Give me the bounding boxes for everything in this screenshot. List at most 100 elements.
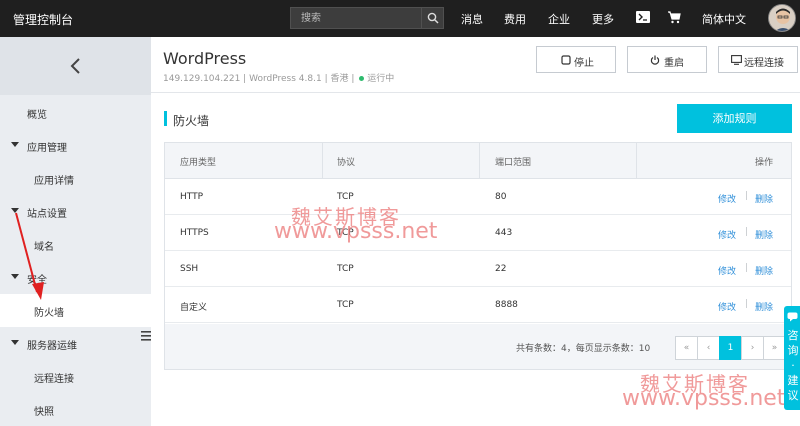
stop-icon [561,55,571,65]
column-header: 协议 [337,158,356,168]
watermark-url: www.vpsss.net [274,219,438,244]
top-navbar: 管理控制台 消息 费用 企业 更多 简体中文 [0,0,800,37]
delete-link[interactable]: 删除 [755,264,773,277]
sidebar-item-snapshots[interactable]: 快照 [0,393,151,426]
sidebar-item-overview[interactable]: 概览 [0,96,151,129]
stop-button[interactable]: 停止 [536,46,616,73]
nav-enterprise[interactable]: 企业 [548,11,570,27]
instance-region: 香港 [330,74,349,84]
page-prev-button[interactable]: ‹ [697,336,720,360]
edit-link[interactable]: 修改 [718,228,736,241]
edit-link[interactable]: 修改 [718,192,736,205]
sidebar-item-label: 应用详情 [34,176,74,187]
instance-ip: 149.129.104.221 [163,74,241,84]
remote-connect-label: 远程连接 [744,58,784,69]
sidebar-item-label: 概览 [27,110,47,121]
search-input[interactable] [291,8,421,28]
column-header: 应用类型 [180,158,217,168]
status-badge: 运行中 [367,74,395,84]
sidebar-item-label: 应用管理 [27,143,67,154]
sidebar: 概览 应用管理 应用详情 站点设置 域名 安全 防火墙 服务器运维 远程连接 快… [0,37,151,426]
status-dot-icon [359,75,365,81]
op-separator: | [745,227,749,237]
stop-button-label: 停止 [574,58,594,69]
column-header: 端口范围 [495,158,532,168]
page-current-button[interactable]: 1 [719,336,742,360]
search-button[interactable] [421,8,443,28]
column-divider [636,143,637,179]
monitor-icon [731,55,742,65]
add-rule-button[interactable]: 添加规则 [677,104,792,133]
sidebar-item-domain[interactable]: 域名 [0,228,151,261]
sidebar-item-label: 站点设置 [27,209,67,220]
cart-icon[interactable] [667,10,681,27]
sidebar-group-server-ops[interactable]: 服务器运维 [0,327,151,360]
delete-link[interactable]: 删除 [755,300,773,313]
user-avatar[interactable] [768,4,796,32]
section-title: 防火墙 [173,114,210,128]
cell-type: HTTP [180,192,204,202]
section-accent-bar [164,111,167,126]
firewall-table: 应用类型 协议 端口范围 操作 HTTP TCP 80 修改 | 删除 HTTP… [164,142,792,370]
column-header: 操作 [755,158,774,168]
sidebar-item-firewall[interactable]: 防火墙 [0,294,151,327]
page-last-button[interactable]: » [763,336,786,360]
sidebar-item-label: 安全 [27,275,47,286]
nav-more[interactable]: 更多 [592,11,614,27]
restart-button-label: 重启 [664,58,684,69]
sidebar-item-label: 快照 [34,407,54,418]
page-title: WordPress [163,49,247,68]
table-row: HTTP TCP 80 修改 | 删除 [165,179,791,215]
language-switch[interactable]: 简体中文 [702,11,746,27]
cell-port: 443 [495,228,513,238]
sidebar-item-label: 域名 [34,242,54,253]
sidebar-item-label: 服务器运维 [27,341,77,352]
remote-connect-button[interactable]: 远程连接 [718,46,798,73]
page-first-button[interactable]: « [675,336,698,360]
page-next-button[interactable]: › [741,336,764,360]
table-row: HTTPS TCP 443 修改 | 删除 [165,215,791,251]
delete-link[interactable]: 删除 [755,228,773,241]
back-button[interactable] [0,37,151,95]
cell-protocol: TCP [337,264,354,274]
op-separator: | [745,299,749,309]
sidebar-item-label: 远程连接 [34,374,74,385]
nav-messages[interactable]: 消息 [461,11,483,27]
table-header: 应用类型 协议 端口范围 操作 [165,143,791,179]
edit-link[interactable]: 修改 [718,264,736,277]
cell-type: HTTPS [180,228,209,238]
meta-separator: | [324,74,328,84]
table-footer: 共有条数：4，每页显示条数：10 « ‹ 1 › » [165,324,791,369]
caret-down-icon [11,274,19,279]
sidebar-group-site-settings[interactable]: 站点设置 [0,195,151,228]
cell-port: 80 [495,192,507,202]
meta-separator: | [351,74,355,84]
cell-port: 22 [495,264,507,274]
sidebar-item-remote-connect[interactable]: 远程连接 [0,360,151,393]
sidebar-item-app-details[interactable]: 应用详情 [0,162,151,195]
cell-type: 自定义 [180,303,208,313]
edit-link[interactable]: 修改 [718,300,736,313]
delete-link[interactable]: 删除 [755,192,773,205]
terminal-icon[interactable] [636,11,650,26]
column-divider [322,143,323,179]
restart-button[interactable]: 重启 [627,46,707,73]
column-divider [479,143,480,179]
sidebar-group-security[interactable]: 安全 [0,261,151,294]
sidebar-group-app-management[interactable]: 应用管理 [0,129,151,162]
caret-down-icon [11,340,19,345]
table-row: SSH TCP 22 修改 | 删除 [165,251,791,287]
watermark-url: www.vpsss.net [622,386,786,411]
consult-feedback-tab[interactable]: 咨询·建议 [784,306,800,410]
collapse-menu-icon[interactable] [140,329,152,343]
instance-meta: 149.129.104.221 | WordPress 4.8.1 | 香港 |… [163,71,394,84]
console-brand[interactable]: 管理控制台 [13,11,73,28]
power-icon [650,55,660,65]
instance-version: WordPress 4.8.1 [249,74,322,84]
search-icon [427,12,439,24]
nav-billing[interactable]: 费用 [504,11,526,27]
caret-down-icon [11,208,19,213]
chat-icon [787,312,798,322]
table-row: 自定义 TCP 8888 修改 | 删除 [165,287,791,323]
op-separator: | [745,191,749,201]
